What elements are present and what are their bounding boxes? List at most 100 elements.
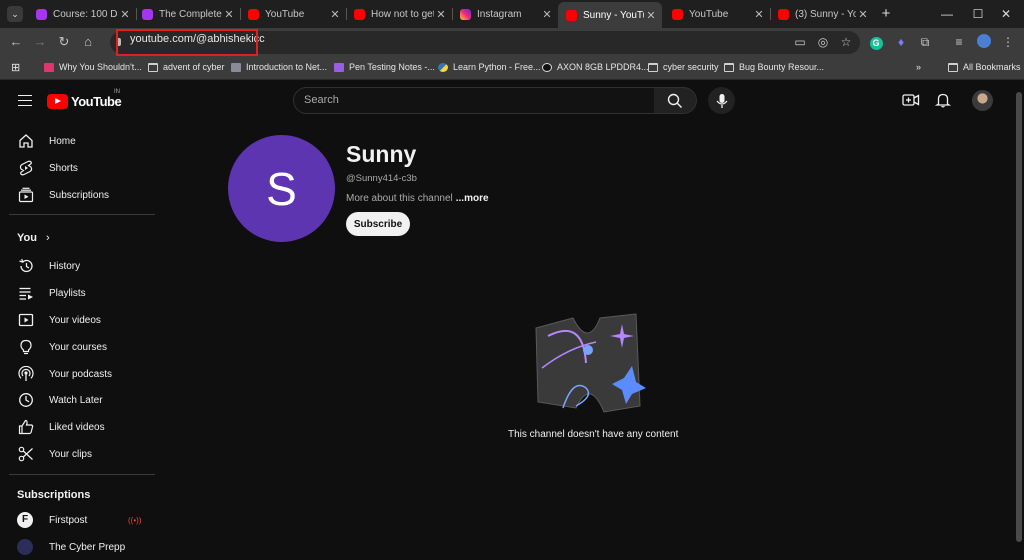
bookmark-label: advent of cyber xyxy=(163,62,225,72)
sidebar-item-subscriptions[interactable]: Subscriptions xyxy=(0,182,150,208)
sidebar-subscription-cyber-prepp[interactable]: The Cyber Prepp xyxy=(0,534,150,560)
profile-icon[interactable] xyxy=(976,34,992,50)
browser-tab[interactable]: YouTube ✕ xyxy=(240,3,346,25)
bookmark-item[interactable]: Pen Testing Notes -... xyxy=(334,62,435,72)
sidebar-divider xyxy=(9,214,155,215)
tab-search-button[interactable]: ⌄ xyxy=(7,6,23,22)
cast-icon[interactable]: ▭ xyxy=(792,34,808,50)
sidebar-item-your-courses[interactable]: Your courses xyxy=(0,334,150,360)
sidebar-item-shorts[interactable]: Shorts xyxy=(0,155,150,181)
home-icon[interactable]: ⌂ xyxy=(80,34,96,50)
menu-icon[interactable]: ⋮ xyxy=(1000,34,1016,50)
subscribe-button[interactable]: Subscribe xyxy=(346,212,410,236)
bookmark-label: Why You Shouldn't... xyxy=(59,62,142,72)
url-highlight-box xyxy=(116,29,258,56)
close-window-icon[interactable]: ✕ xyxy=(996,5,1016,23)
extensions-icon[interactable]: ⧉ xyxy=(917,34,933,50)
bookmark-item[interactable]: Learn Python - Free... xyxy=(438,62,541,72)
sidebar-item-home[interactable]: Home xyxy=(0,128,150,154)
create-button[interactable] xyxy=(902,93,920,107)
bookmark-folder[interactable]: advent of cyber xyxy=(148,62,225,72)
sidebar-item-label: Your courses xyxy=(49,341,107,353)
new-tab-icon[interactable]: + xyxy=(876,5,896,23)
sidebar-item-liked-videos[interactable]: Liked videos xyxy=(0,414,150,440)
notifications-button[interactable] xyxy=(934,92,952,108)
home-icon xyxy=(19,134,33,148)
bookmark-item[interactable]: Introduction to Net... xyxy=(231,62,327,72)
voice-search-button[interactable] xyxy=(708,87,735,114)
reading-list-icon[interactable]: ≡ xyxy=(951,34,967,50)
forward-icon[interactable]: → xyxy=(32,34,48,50)
bookmark-folder[interactable]: Bug Bounty Resour... xyxy=(724,62,824,72)
scrollbar-thumb[interactable] xyxy=(1016,92,1022,542)
channel-avatar-large[interactable]: S xyxy=(228,135,335,242)
bookmark-item[interactable]: Why You Shouldn't... xyxy=(44,62,142,72)
youtube-icon xyxy=(248,8,259,20)
sidebar-subscription-firstpost[interactable]: F Firstpost ((•)) xyxy=(0,507,150,533)
close-tab-icon[interactable]: ✕ xyxy=(752,8,766,21)
close-tab-icon[interactable]: ✕ xyxy=(118,8,132,21)
reload-icon[interactable]: ↻ xyxy=(56,34,72,50)
watch-later-icon xyxy=(19,393,33,407)
chevron-right-icon: › xyxy=(46,232,50,244)
search-button[interactable] xyxy=(654,87,697,114)
maximize-icon[interactable]: ☐ xyxy=(968,5,988,23)
search-icon xyxy=(667,93,682,108)
search-input[interactable] xyxy=(293,87,655,114)
clips-icon xyxy=(18,446,33,462)
bookmark-item[interactable]: AXON 8GB LPDDR4... xyxy=(542,62,649,72)
close-tab-icon[interactable]: ✕ xyxy=(434,8,448,21)
channel-avatar xyxy=(17,539,33,555)
browser-tab[interactable]: How not to get c ✕ xyxy=(346,3,452,25)
tab-label: YouTube xyxy=(689,8,729,20)
extension-flame-icon[interactable]: ♦ xyxy=(893,34,909,50)
sidebar-item-history[interactable]: History xyxy=(0,253,150,279)
live-icon: ((•)) xyxy=(128,515,142,525)
sidebar-item-playlists[interactable]: Playlists xyxy=(0,280,150,306)
close-tab-icon[interactable]: ✕ xyxy=(328,8,342,21)
youtube-logo[interactable]: YouTube xyxy=(47,93,122,109)
all-bookmarks-folder[interactable]: All Bookmarks xyxy=(948,62,1021,72)
sidebar-section-subscriptions: Subscriptions xyxy=(17,489,91,501)
bookmark-label: Pen Testing Notes -... xyxy=(349,62,435,72)
browser-tab[interactable]: (3) Sunny - YouT ✕ xyxy=(770,3,874,25)
bookmark-favicon-icon xyxy=(231,62,241,72)
sidebar-item-your-podcasts[interactable]: Your podcasts xyxy=(0,361,150,387)
close-tab-icon[interactable]: ✕ xyxy=(540,8,554,21)
hamburger-menu-icon[interactable] xyxy=(18,95,32,106)
browser-tab[interactable]: The Complete 2( ✕ xyxy=(134,3,240,25)
sidebar-item-label: Your clips xyxy=(49,448,92,460)
account-avatar[interactable] xyxy=(972,90,993,111)
search-placeholder: Search xyxy=(304,94,339,106)
more-bookmarks-icon[interactable]: » xyxy=(916,62,921,72)
tab-label: YouTube xyxy=(265,8,305,20)
apps-icon[interactable]: ⊞ xyxy=(11,61,20,74)
close-tab-icon[interactable]: ✕ xyxy=(856,8,870,21)
sidebar-item-label: Firstpost xyxy=(49,514,88,526)
sidebar-item-label: Playlists xyxy=(49,287,86,299)
grammarly-icon[interactable]: G xyxy=(868,34,884,50)
bookmark-favicon-icon xyxy=(44,62,54,72)
sidebar-item-your-videos[interactable]: Your videos xyxy=(0,307,150,333)
subscriptions-icon xyxy=(18,187,34,203)
back-icon[interactable]: ← xyxy=(8,34,24,50)
browser-tab[interactable]: Course: 100 Day ✕ xyxy=(28,3,136,25)
eye-off-icon[interactable]: ◎ xyxy=(815,34,831,50)
channel-about[interactable]: More about this channel ...more xyxy=(346,193,489,204)
more-link[interactable]: ...more xyxy=(456,193,489,204)
close-tab-icon[interactable]: ✕ xyxy=(222,8,236,21)
bookmark-star-icon[interactable]: ☆ xyxy=(838,34,854,50)
sidebar-section-you[interactable]: You › xyxy=(17,232,50,244)
bookmark-folder[interactable]: cyber security xyxy=(648,62,719,72)
sidebar-item-label: Your podcasts xyxy=(49,368,113,380)
minimize-icon[interactable]: — xyxy=(937,5,957,23)
sidebar-item-watch-later[interactable]: Watch Later xyxy=(0,387,150,413)
browser-tab[interactable]: Instagram ✕ xyxy=(452,3,558,25)
bell-icon xyxy=(934,93,952,108)
close-tab-icon[interactable]: ✕ xyxy=(644,9,658,22)
browser-tab[interactable]: YouTube ✕ xyxy=(664,3,770,25)
podcasts-icon xyxy=(18,366,34,381)
instagram-icon xyxy=(460,8,471,20)
sidebar-item-your-clips[interactable]: Your clips xyxy=(0,441,150,467)
browser-tab-active[interactable]: Sunny - YouTube ✕ xyxy=(558,2,662,28)
